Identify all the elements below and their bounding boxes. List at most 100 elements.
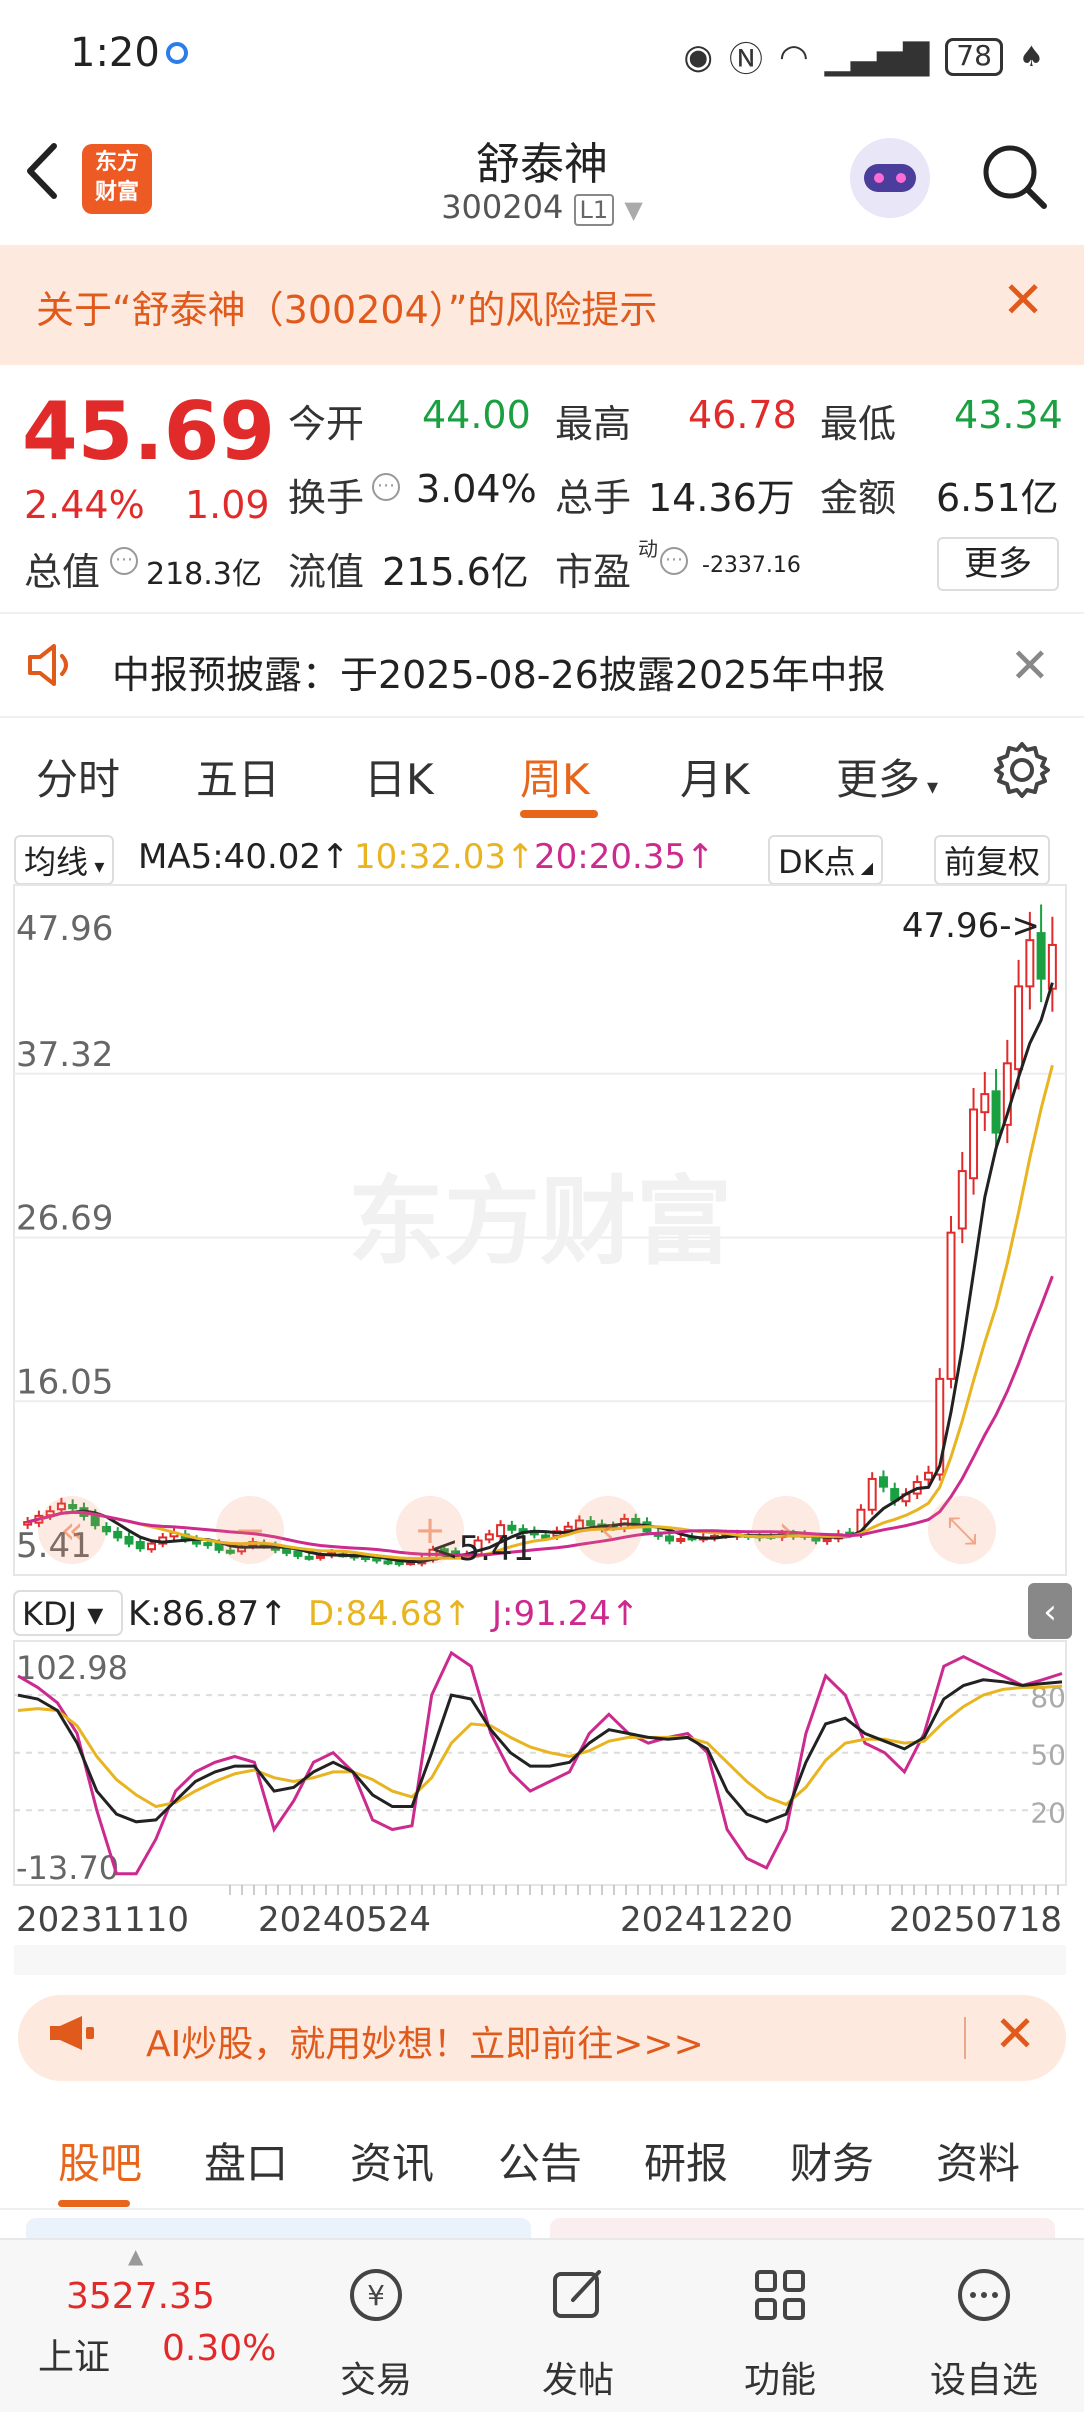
candle-body [1047,943,1057,990]
date-axis-band [14,1945,1066,1975]
leaf-icon: ♠ [1018,40,1044,73]
candle-body [113,1530,123,1539]
tab-more-label: 更多 [836,755,921,804]
tab-monthly-k[interactable]: 月K [680,746,750,807]
candle-body [878,1476,888,1488]
signal-icon: ▁▃▅▇ [824,36,930,77]
kdj-d-value: D:84.68↑ [308,1594,471,1634]
level-badge: L1 [573,194,615,226]
ai-assistant-avatar[interactable] [850,138,930,218]
price-axis-label: 47.96 [16,909,113,949]
search-button[interactable] [980,142,1050,212]
pe-value: -2337.16 [702,553,801,578]
volume-value: 14.36万 [648,476,795,520]
notification-icon [166,42,188,64]
nav-trade[interactable]: ¥ 交易 [296,2264,456,2403]
pe-superscript: 动 [638,537,658,561]
tab-five-day[interactable]: 五日 [196,746,280,807]
chevron-up-icon: ▲ [128,2244,144,2268]
close-icon[interactable]: ✕ [1002,271,1044,329]
tab-research[interactable]: 研报 [644,2130,728,2191]
candle-body [946,1231,956,1380]
candle-body [1014,985,1024,1071]
index-name[interactable]: 上证 [38,2328,110,2380]
nav-label: 交易 [339,2360,412,2401]
candle-body [867,1477,877,1511]
index-value[interactable]: 3527.35 [66,2276,215,2317]
kdj-axis-label: 50 [1030,1739,1066,1772]
tab-profile[interactable]: 资料 [936,2130,1020,2191]
nav-functions[interactable]: 功能 [700,2264,860,2403]
chevron-left-icon: ‹ [1043,1592,1057,1632]
date-label: 20240524 [258,1900,431,1940]
status-bar: 1:20 ◉ Ⓝ ◠ ▁▃▅▇ 78 ♠ [0,0,1084,110]
tab-weekly-k[interactable]: 周K [520,746,590,807]
kline-chart-area: 均线 ▾ MA5:40.02↑ 10:32.03↑ 20:20.35↑ DK点 … [0,825,1084,1975]
date-label: 20241220 [620,1900,793,1940]
next-icon-glyph: › [778,1508,793,1552]
tab-intraday[interactable]: 分时 [36,746,120,807]
tab-financials[interactable]: 财务 [790,2130,874,2191]
float-value: 215.6亿 [382,550,529,594]
tab-daily-k[interactable]: 日K [364,746,434,807]
candle-body [822,1537,832,1543]
amount-value: 6.51亿 [936,476,1059,520]
settings-button[interactable] [992,740,1052,804]
bottom-nav: ▲ 3527.35 上证 0.30% ¥ 交易 发帖 功能 设自选 [0,2238,1084,2412]
dropdown-icon: ▾ [920,775,939,800]
nfc-icon: Ⓝ [728,40,763,80]
more-button[interactable]: 更多 [937,537,1059,591]
kline-chart[interactable]: 47.9637.3226.6916.055.41东方财富47.96-><5.41… [0,825,1084,1975]
nav-label: 发帖 [541,2360,614,2401]
stock-code: 300204 [441,188,564,226]
index-percent[interactable]: 0.30% [162,2328,276,2369]
expand-icon-glyph: ⤡ [947,1508,977,1552]
amount-label: 金额 [820,476,897,520]
info-icon[interactable]: ⋯ [372,473,400,501]
close-icon[interactable]: ✕ [1010,638,1050,694]
kdj-d-line [17,1684,1063,1809]
candle-body [676,1537,686,1542]
tab-forum[interactable]: 股吧 [58,2130,142,2191]
tab-more[interactable]: 更多 ▾ [836,746,938,807]
date-label: 20250718 [889,1900,1062,1940]
candle-body [203,1542,213,1547]
nav-label: 功能 [743,2360,816,2401]
candle-body [293,1550,303,1557]
candle-body [924,1471,933,1481]
app-header: 东方 财富 舒泰神 300204 L1 ▼ [0,110,1084,245]
price-axis-label: 26.69 [16,1199,113,1239]
disclosure-notice[interactable]: 中报预披露：于2025-08-26披露2025年中报 ✕ [0,612,1084,718]
search-icon [983,145,1047,209]
kdj-j-line [17,1650,1063,1876]
low-value: 43.34 [954,393,1063,437]
divider [964,2017,966,2059]
ai-banner[interactable]: AI炒股，就用妙想！立即前往>>> ✕ [18,1995,1066,2081]
info-icon[interactable]: ⋯ [110,547,138,575]
risk-notice-bar[interactable]: 关于“舒泰神（300204）”的风险提示 ✕ [0,245,1084,365]
tab-orderbook[interactable]: 盘口 [204,2130,288,2191]
disclosure-text: 中报预披露：于2025-08-26披露2025年中报 [112,653,886,697]
float-label: 流值 [288,550,365,594]
kdj-axis-label: 102.98 [16,1649,128,1687]
gear-icon [994,742,1050,798]
quote-panel: 45.69 2.44% 1.09 今开 44.00 最高 46.78 最低 43… [0,365,1084,610]
active-subtab-indicator [58,2200,130,2207]
nav-post[interactable]: 发帖 [498,2264,658,2403]
nav-watchlist[interactable]: 设自选 [904,2264,1064,2403]
candle-body [394,1561,404,1566]
volume-label: 总手 [555,476,632,520]
info-icon[interactable]: ⋯ [660,547,688,575]
risk-notice-text: 关于“舒泰神（300204）”的风险提示 [36,288,658,332]
wifi-icon: ◠ [778,36,809,77]
robot-eye-right [896,173,906,183]
tab-announcements[interactable]: 公告 [498,2130,582,2191]
robot-face-icon [864,164,916,192]
status-time: 1:20 [70,30,160,76]
kdj-axis-label: 20 [1030,1796,1066,1829]
low-label: 最低 [820,402,897,446]
mktcap-value: 218.3亿 [146,557,262,592]
open-value: 44.00 [422,393,531,437]
close-icon[interactable]: ✕ [994,2005,1036,2063]
tab-news[interactable]: 资讯 [350,2130,434,2191]
